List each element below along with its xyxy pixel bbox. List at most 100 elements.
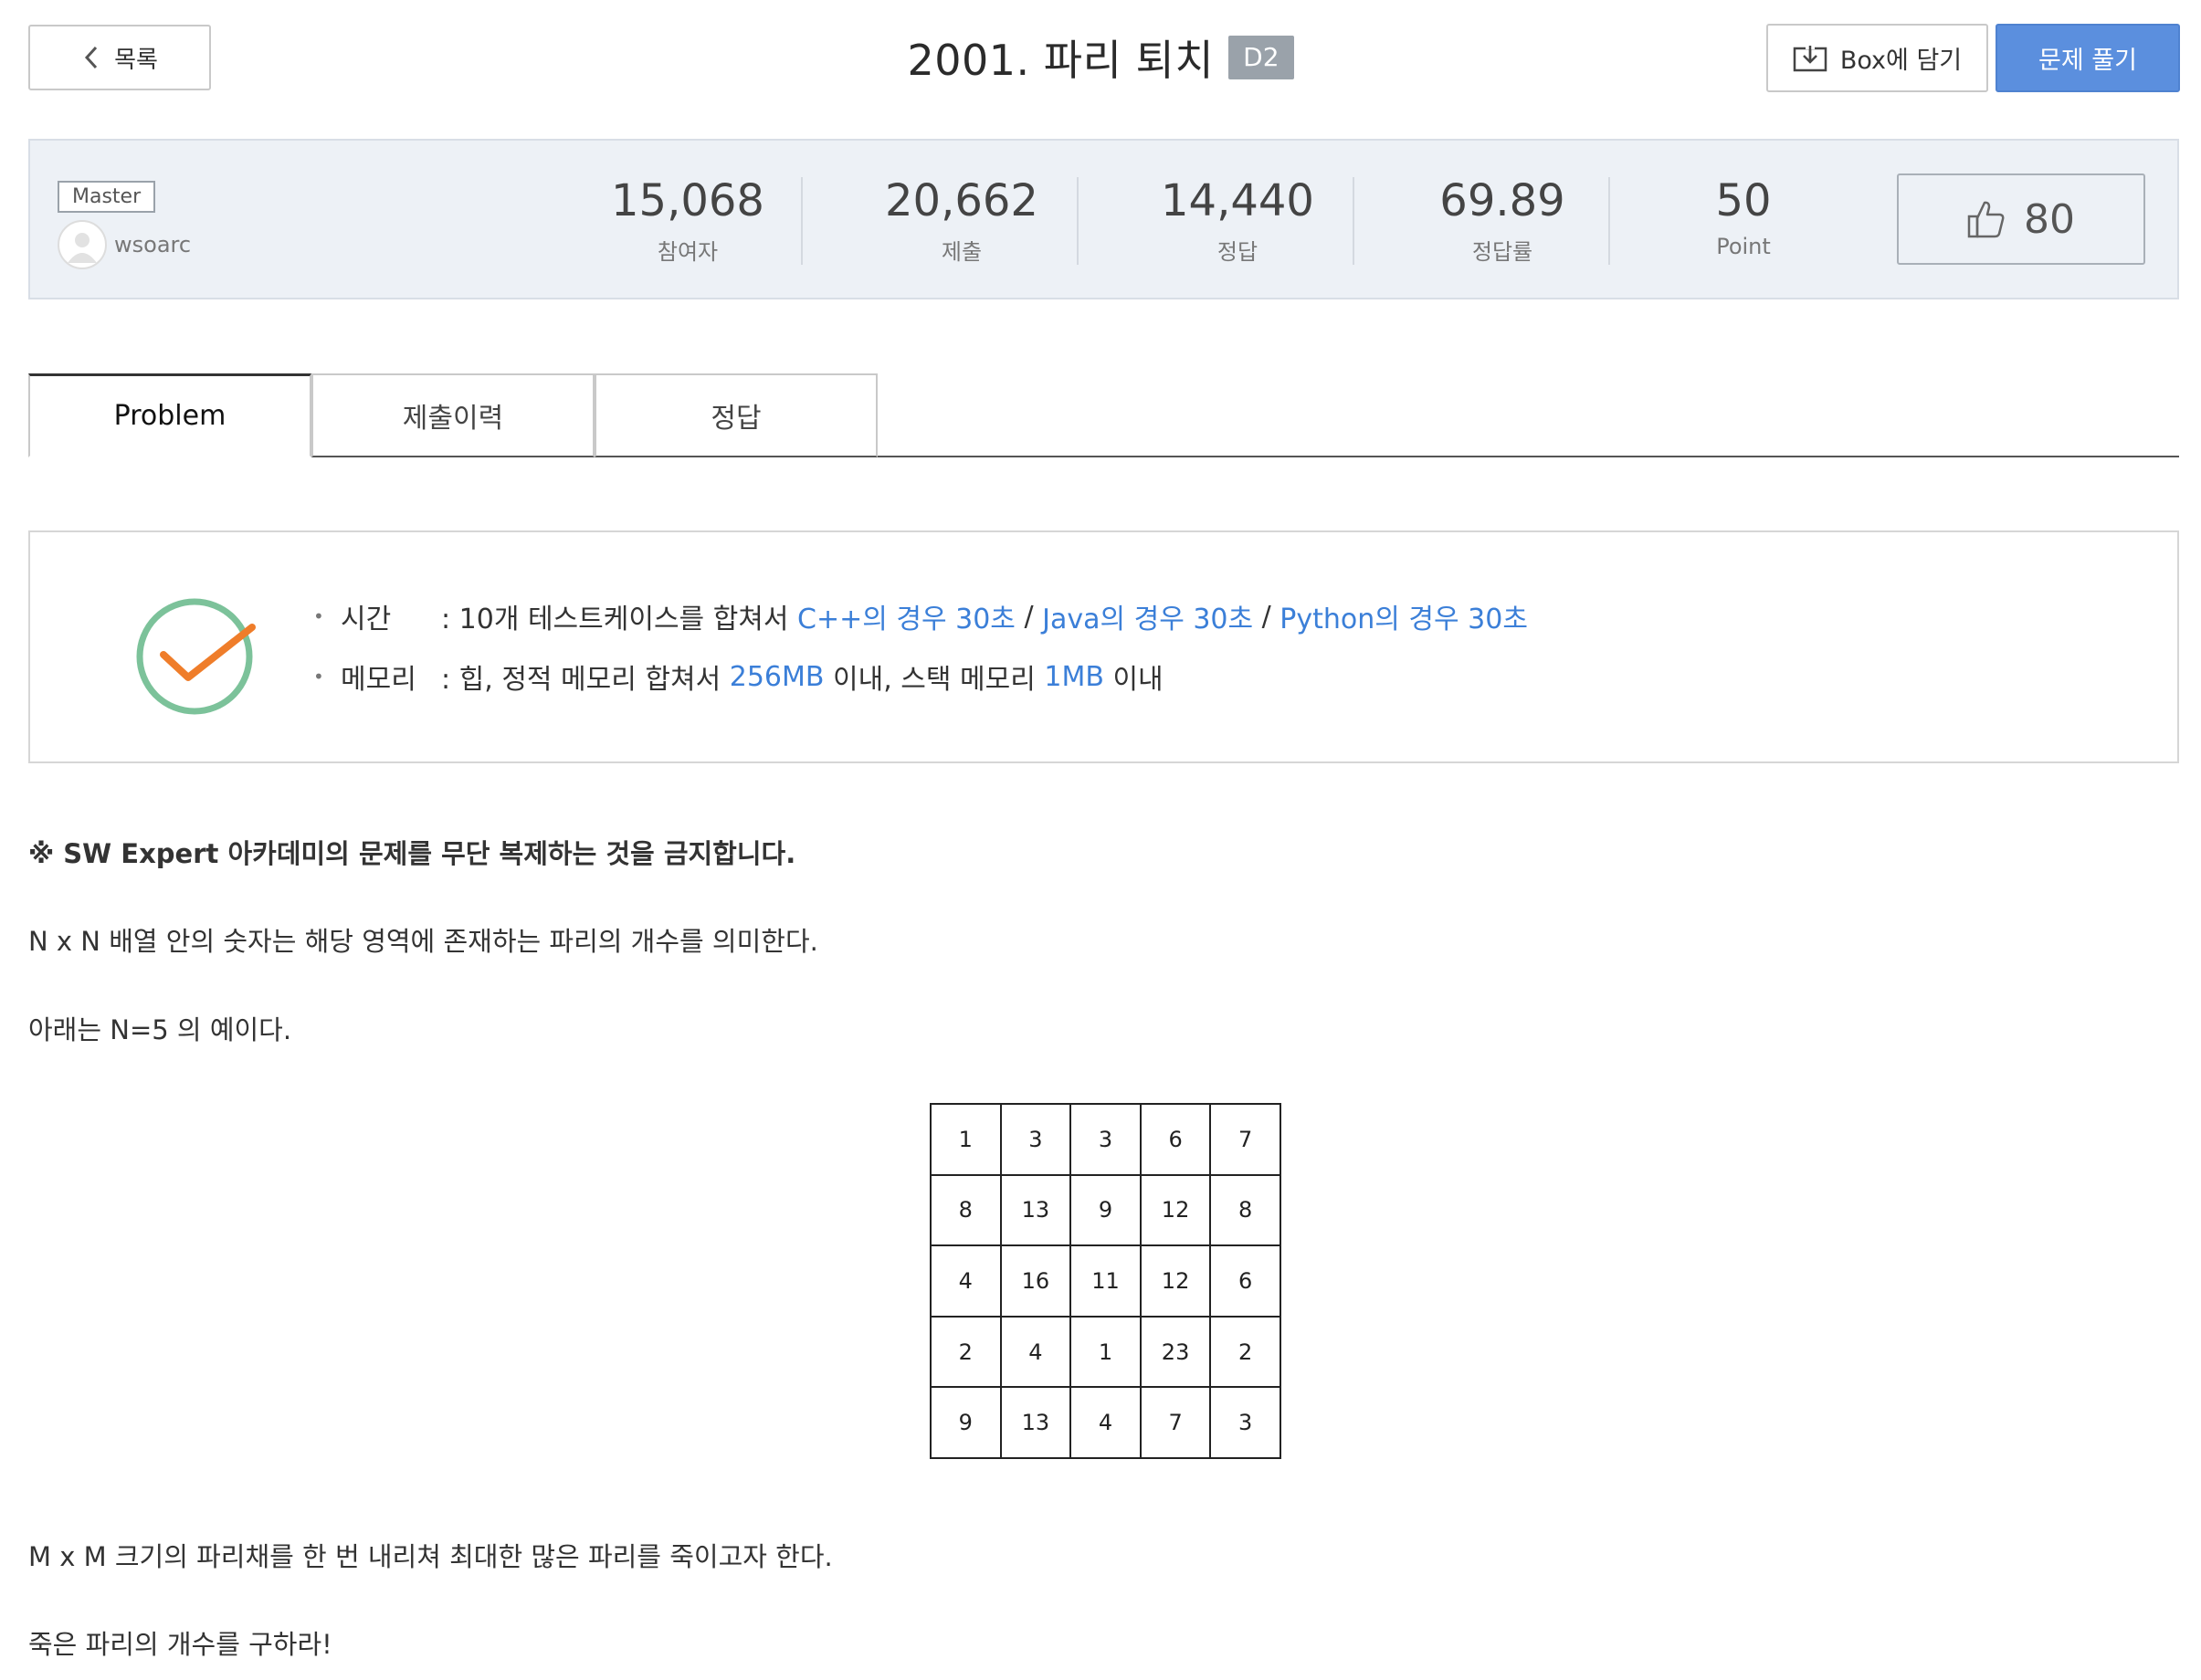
time-limit-python: Python의 경우 30초 (1280, 604, 1528, 635)
problem-paragraph: 아래는 N=5 의 예이다. (28, 1014, 292, 1045)
stat-value: 20,662 (885, 175, 1038, 226)
stat-divider (1608, 177, 1610, 265)
chevron-left-icon (85, 46, 98, 69)
thumbs-up-icon (1967, 201, 2005, 238)
separator: / (1253, 600, 1280, 633)
stat-participants: 15,068 참여자 (596, 173, 779, 265)
grid-cell: 1 (1069, 1315, 1142, 1389)
author-level-tag: Master (58, 181, 156, 213)
time-limit-row: • 시간 : 10개 테스트케이스를 합쳐서 C++의 경우 30초 / Jav… (313, 596, 1528, 636)
grid-cell: 4 (999, 1315, 1072, 1389)
stat-divider (1077, 177, 1079, 265)
tab-problem[interactable]: Problem (28, 373, 311, 457)
tab-answer[interactable]: 정답 (595, 373, 878, 457)
stat-label: 참여자 (657, 239, 719, 265)
grid-cell: 16 (999, 1244, 1072, 1318)
problem-tabs: Problem 제출이력 정답 (28, 373, 2179, 457)
stat-correct: 14,440 정답 (1146, 173, 1329, 265)
add-to-box-button[interactable]: Box에 담기 (1766, 24, 1988, 92)
stat-value: 14,440 (1161, 175, 1314, 226)
user-silhouette-icon (68, 233, 97, 263)
grid-row: 8 13 9 12 8 (930, 1173, 1281, 1247)
download-box-icon (1793, 44, 1827, 71)
bullet-icon: • (313, 605, 324, 627)
tab-label: Problem (113, 400, 226, 432)
grid-row: 9 13 4 7 3 (930, 1386, 1281, 1459)
grid-cell: 1 (930, 1103, 1002, 1176)
check-circle-icon (136, 598, 256, 715)
memory-limit-label: 메모리 (341, 664, 416, 696)
memory-limit-prefix: : 힙, 정적 메모리 합쳐서 (441, 664, 730, 696)
tab-label: 정답 (711, 403, 762, 435)
time-limit-java: Java의 경우 30초 (1042, 604, 1254, 635)
solve-button-label: 문제 풀기 (2038, 47, 2137, 75)
bullet-icon: • (313, 666, 324, 688)
stat-label: 정답 (1216, 239, 1258, 265)
difficulty-badge: D2 (1228, 36, 1294, 79)
time-limit-label: 시간 (341, 604, 392, 635)
grid-cell: 8 (930, 1173, 1002, 1247)
stat-divider (801, 177, 803, 265)
stat-label: 제출 (941, 239, 983, 265)
like-count: 80 (2024, 195, 2075, 243)
solve-problem-button[interactable]: 문제 풀기 (1996, 24, 2180, 92)
problem-paragraph: M x M 크기의 파리채를 한 번 내리쳐 최대한 많은 파리를 죽이고자 한… (28, 1541, 833, 1572)
grid-cell: 4 (930, 1244, 1002, 1318)
grid-cell: 7 (1209, 1103, 1281, 1176)
problem-stats-panel: Master wsoarc 15,068 참여자 20,662 제출 14,44… (28, 139, 2179, 299)
stat-accuracy: 69.89 정답률 (1411, 173, 1594, 265)
problem-paragraph: 죽은 파리의 개수를 구하라! (28, 1629, 332, 1660)
copyright-notice: ※ SW Expert 아카데미의 문제를 무단 복제하는 것을 금지합니다. (28, 838, 796, 869)
stat-label: 정답률 (1471, 239, 1533, 265)
constraints-box: • 시간 : 10개 테스트케이스를 합쳐서 C++의 경우 30초 / Jav… (28, 530, 2179, 763)
time-limit-prefix: : 10개 테스트케이스를 합쳐서 (441, 604, 798, 635)
grid-cell: 13 (999, 1173, 1072, 1247)
grid-cell: 2 (930, 1315, 1002, 1389)
author-name: wsoarc (114, 232, 192, 257)
grid-cell: 6 (1209, 1244, 1281, 1318)
grid-cell: 9 (1069, 1173, 1142, 1247)
stat-value: 50 (1715, 175, 1772, 226)
stat-label: Point (1716, 234, 1771, 259)
grid-cell: 8 (1209, 1173, 1281, 1247)
tab-label: 제출이력 (402, 403, 504, 435)
grid-cell: 7 (1139, 1386, 1212, 1459)
grid-row: 2 4 1 23 2 (930, 1315, 1281, 1389)
time-limit-cpp: C++의 경우 30초 (797, 604, 1016, 635)
grid-cell: 3 (1209, 1386, 1281, 1459)
tab-submission-history[interactable]: 제출이력 (311, 373, 595, 457)
memory-limit-mid: 이내, 스택 메모리 (824, 664, 1045, 696)
grid-row: 4 16 11 12 6 (930, 1244, 1281, 1318)
grid-cell: 2 (1209, 1315, 1281, 1389)
grid-row: 1 3 3 6 7 (930, 1103, 1281, 1176)
stat-points: 50 Point (1652, 173, 1835, 265)
separator: / (1015, 600, 1043, 633)
memory-limit-row: • 메모리 : 힙, 정적 메모리 합쳐서 256MB 이내, 스택 메모리 1… (313, 656, 1164, 697)
grid-cell: 4 (1069, 1386, 1142, 1459)
memory-limit-suffix: 이내 (1103, 664, 1164, 696)
grid-cell: 3 (1069, 1103, 1142, 1176)
author-info[interactable]: wsoarc (58, 220, 191, 269)
add-to-box-label: Box에 담기 (1839, 47, 1963, 75)
grid-cell: 9 (930, 1386, 1002, 1459)
like-button[interactable]: 80 (1897, 173, 2145, 265)
stat-value: 15,068 (611, 175, 764, 226)
problem-paragraph: N x N 배열 안의 숫자는 해당 영역에 존재하는 파리의 개수를 의미한다… (28, 926, 818, 957)
memory-limit-stack: 1MB (1044, 660, 1104, 693)
grid-cell: 12 (1139, 1244, 1212, 1318)
back-to-list-button[interactable]: 목록 (28, 25, 211, 90)
grid-cell: 13 (999, 1386, 1072, 1459)
example-grid: 1 3 3 6 7 8 13 9 12 8 4 16 11 12 6 2 4 1… (930, 1103, 1281, 1459)
grid-cell: 23 (1139, 1315, 1212, 1389)
avatar (58, 220, 107, 269)
grid-cell: 12 (1139, 1173, 1212, 1247)
memory-limit-heap: 256MB (729, 660, 825, 693)
stat-divider (1353, 177, 1354, 265)
stat-submissions: 20,662 제출 (870, 173, 1053, 265)
grid-cell: 6 (1139, 1103, 1212, 1176)
back-button-label: 목록 (114, 46, 158, 74)
page-title: 2001. 파리 퇴치 (907, 36, 1215, 85)
grid-cell: 11 (1069, 1244, 1142, 1318)
stat-value: 69.89 (1439, 175, 1565, 226)
grid-cell: 3 (999, 1103, 1072, 1176)
